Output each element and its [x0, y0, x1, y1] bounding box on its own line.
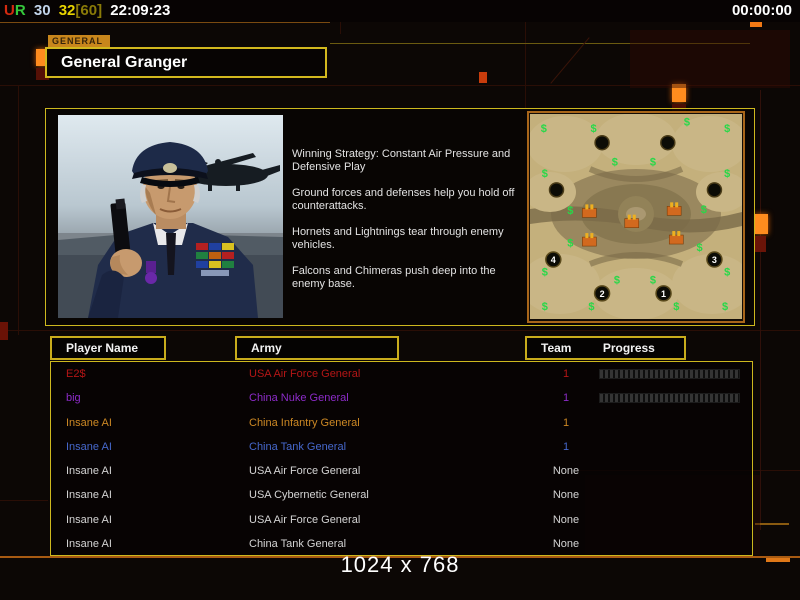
svg-text:$: $	[724, 123, 730, 135]
top-status-bar: UR 30 32[60] 22:09:23 00:00:00	[0, 0, 800, 22]
minimap: 1 2 3 4 $ $ $ $ $ $ $ $ $ $ $ $ $ $ $ $ $ $ $ $	[527, 111, 745, 323]
player-team: 1	[562, 368, 570, 380]
svg-text:$: $	[542, 301, 548, 313]
svg-text:$: $	[650, 275, 656, 287]
svg-text:2: 2	[600, 289, 605, 299]
svg-text:$: $	[542, 168, 548, 180]
player-name: big	[66, 392, 81, 405]
general-portrait	[58, 115, 283, 318]
strategy-line: Ground forces and defenses help you hold…	[292, 187, 515, 212]
svg-text:$: $	[722, 301, 728, 313]
svg-text:1: 1	[661, 289, 666, 299]
strategy-line: Falcons and Chimeras push deep into the …	[292, 265, 496, 290]
svg-text:$: $	[567, 205, 573, 217]
player-army: USA Air Force General	[249, 465, 361, 478]
header-player-label: Player Name	[66, 341, 139, 355]
svg-text:$: $	[684, 117, 690, 129]
table-row: Insane AI USA Cybernetic General None	[51, 483, 752, 507]
general-name: General Granger	[61, 54, 188, 71]
player-team: 1	[562, 440, 570, 453]
player-table: E2$ USA Air Force General 1 big China Nu…	[50, 361, 753, 556]
frame-counter: 32	[58, 2, 76, 19]
player-army: USA Cybernetic General	[249, 489, 369, 502]
fps-value: 30	[33, 2, 51, 19]
table-row: Insane AI USA Air Force General None	[51, 459, 752, 483]
svg-text:$: $	[697, 242, 703, 254]
player-name: E2$	[66, 368, 86, 380]
svg-text:$: $	[724, 168, 730, 180]
player-army: USA Air Force General	[249, 368, 361, 380]
header-army: Army	[235, 336, 399, 360]
player-army: China Nuke General	[249, 392, 349, 405]
player-name: Insane AI	[66, 538, 112, 551]
resolution-label: 1024 x 768	[340, 552, 460, 577]
header-progress-label: Progress	[602, 341, 655, 355]
game-timer: 00:00:00	[731, 2, 792, 19]
svg-text:$: $	[591, 123, 597, 135]
stat-label-u: U	[4, 2, 15, 19]
frame-cap: [60]	[75, 2, 103, 19]
stat-label-r: R	[14, 2, 26, 19]
header-player-name: Player Name	[50, 336, 166, 360]
svg-text:$: $	[650, 157, 656, 169]
player-name: Insane AI	[66, 416, 112, 429]
player-name: Insane AI	[66, 489, 112, 502]
svg-text:$: $	[673, 301, 679, 313]
strategy-line: Hornets and Lightnings tear through enem…	[292, 226, 504, 251]
svg-text:$: $	[612, 157, 618, 169]
svg-text:$: $	[541, 123, 547, 135]
player-name: Insane AI	[66, 440, 112, 453]
player-name: Insane AI	[66, 513, 112, 526]
game-lobby-screen: UR 30 32[60] 22:09:23 00:00:00 GENERAL G…	[0, 0, 800, 600]
svg-text:4: 4	[551, 255, 556, 265]
header-army-label: Army	[251, 341, 282, 355]
general-title-box: General Granger	[45, 47, 327, 78]
table-row: Insane AI China Infantry General 1	[51, 411, 752, 435]
header-team-label: Team	[541, 341, 572, 355]
table-row: big China Nuke General 1	[51, 386, 752, 410]
svg-text:$: $	[542, 266, 548, 278]
purple-heart-medal	[145, 261, 157, 284]
player-army: China Infantry General	[249, 416, 360, 429]
player-army: USA Air Force General	[249, 513, 361, 526]
player-team: None	[552, 538, 580, 551]
player-team: None	[552, 465, 580, 478]
player-team: None	[552, 489, 580, 502]
ribbon-rack	[196, 243, 234, 277]
svg-text:$: $	[724, 266, 730, 278]
player-name: Insane AI	[66, 465, 112, 478]
svg-text:$: $	[614, 275, 620, 287]
table-row: Insane AI USA Air Force General None	[51, 508, 752, 532]
player-team: 1	[562, 392, 570, 405]
svg-text:$: $	[701, 204, 707, 216]
progress-bar	[599, 369, 740, 379]
table-row: E2$ USA Air Force General 1	[51, 362, 752, 386]
strategy-line: Winning Strategy: Constant Air Pressure …	[292, 148, 511, 173]
svg-text:$: $	[567, 238, 573, 250]
player-team: 1	[562, 416, 570, 429]
progress-bar	[599, 393, 740, 404]
header-team-progress: Team Progress	[525, 336, 686, 360]
svg-text:3: 3	[712, 255, 717, 265]
session-clock: 22:09:23	[110, 2, 171, 19]
player-army: China Tank General	[249, 440, 347, 453]
table-row: Insane AI China Tank General 1	[51, 435, 752, 459]
svg-text:$: $	[588, 301, 594, 313]
strategy-text: Winning Strategy: Constant Air Pressure …	[292, 148, 522, 304]
player-army: China Tank General	[249, 538, 347, 551]
player-team: None	[552, 513, 580, 526]
